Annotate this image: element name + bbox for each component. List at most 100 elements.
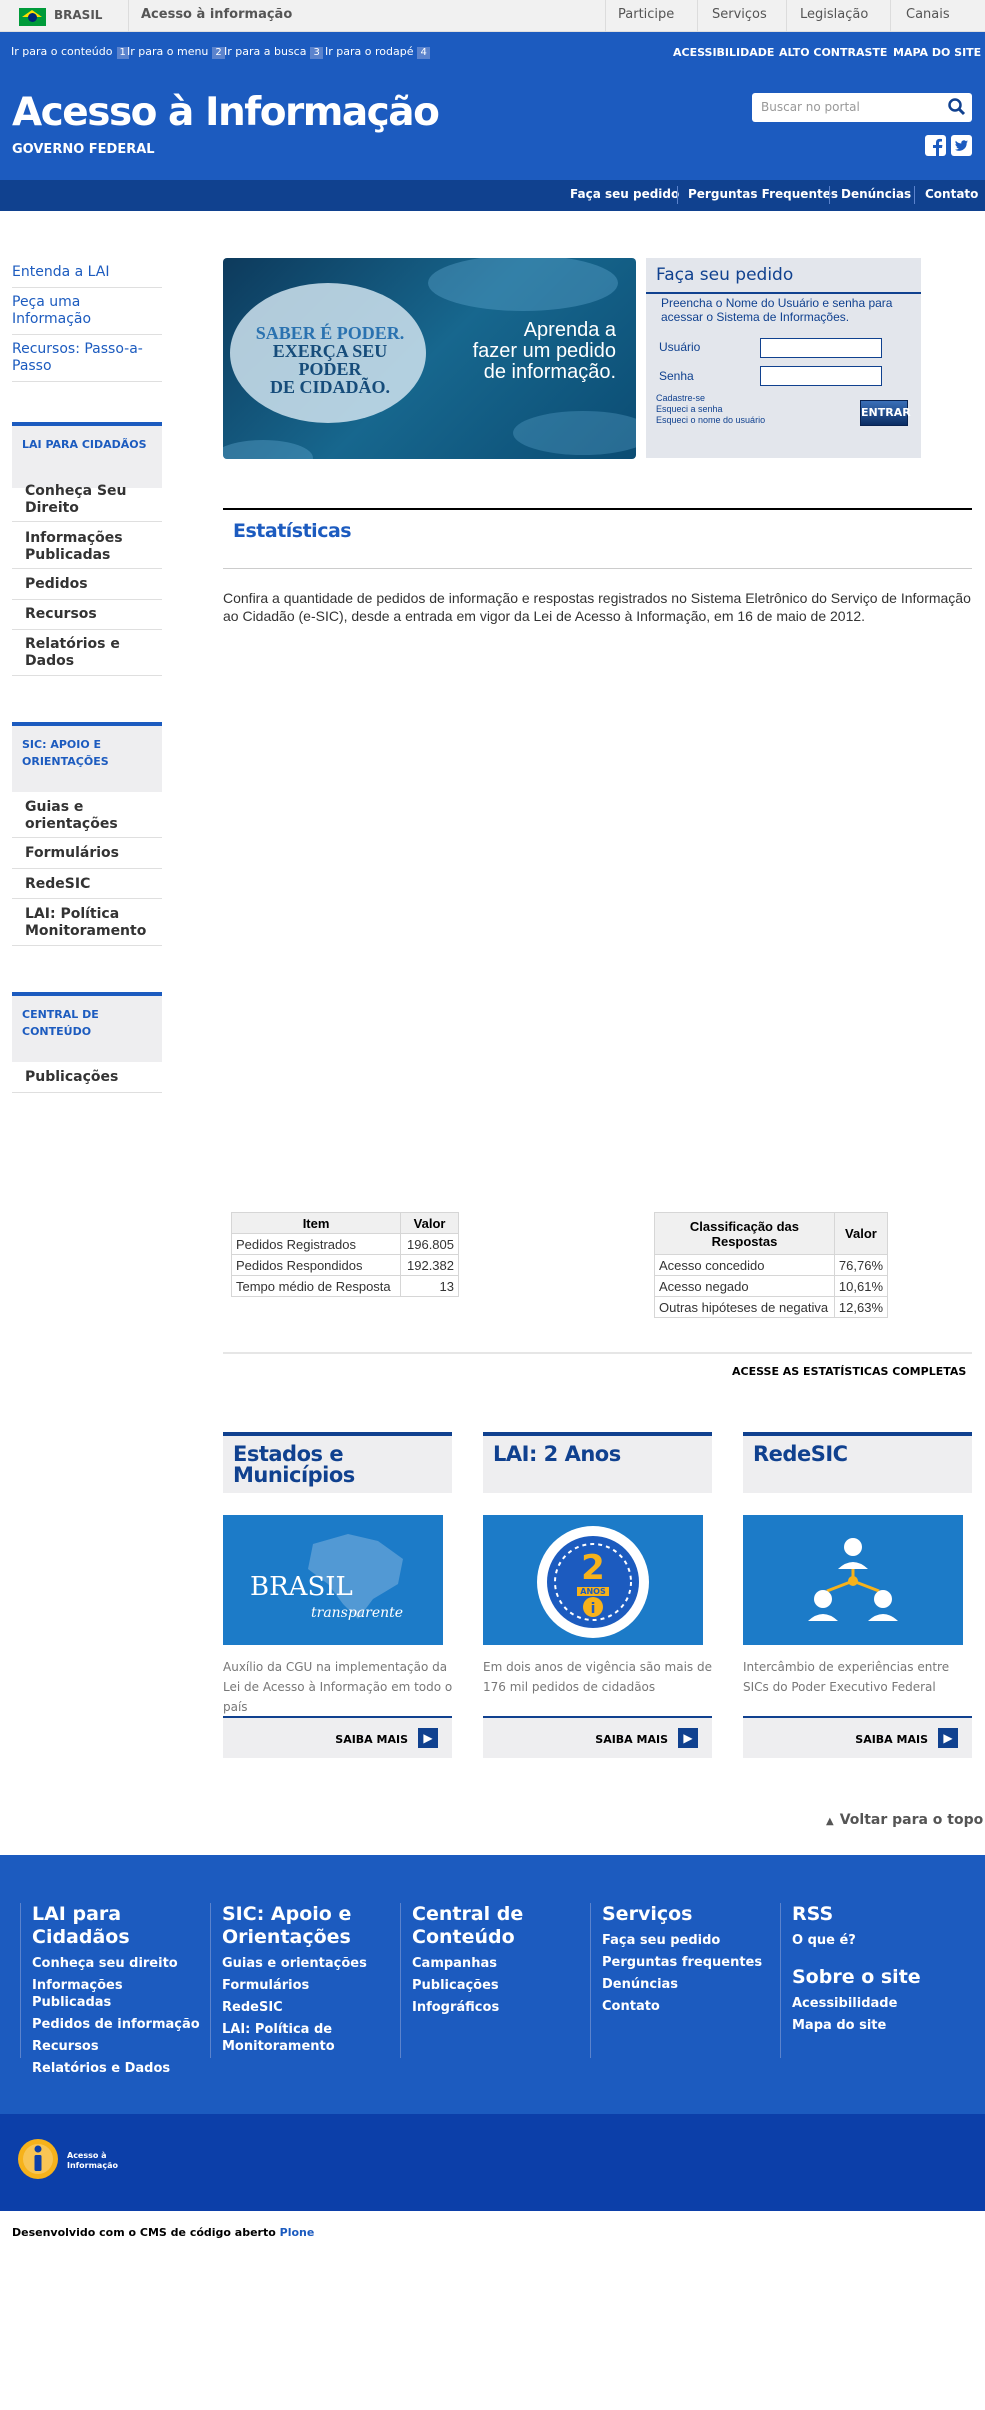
sidebar-section-sic: SIC: APOIO E ORIENTAÇÕES [12,722,162,792]
logo-text: Acesso à Informação [67,2151,118,2170]
info-logo-icon[interactable] [17,2138,59,2180]
chevron-right-icon: ▶ [938,1728,958,1748]
card-redesic-text: Intercâmbio de experiências entre SICs d… [743,1660,950,1694]
sitemap-link[interactable]: MAPA DO SITE [893,46,981,59]
site-subtitle: GOVERNO FEDERAL [12,142,155,157]
card-estados-more-button[interactable]: SAIBA MAIS ▶ [223,1716,452,1758]
user-label: Usuário [659,340,701,354]
sidebar-item-recursos2[interactable]: Recursos [25,606,162,623]
accessibility-link[interactable]: ACESSIBILIDADE [673,46,774,59]
nav-faca-pedido[interactable]: Faça seu pedido [570,187,679,201]
gov-link-servicos[interactable]: Serviços [712,7,767,22]
sidebar-item-informacoes[interactable]: Informações Publicadas [25,530,162,564]
password-input[interactable] [760,366,882,386]
sidebar-item-entenda[interactable]: Entenda a LAI [12,258,162,288]
footer-link[interactable]: Formulários [222,1975,372,1997]
footer-col-servicos: Serviços Faça seu pedido Perguntas frequ… [602,1903,772,2018]
footer-heading[interactable]: Serviços [602,1903,772,1926]
gov-link-legislacao[interactable]: Legislação [800,7,868,22]
card-lai2anos-text: Em dois anos de vigência são mais de 176… [483,1660,712,1694]
footer-link[interactable]: LAI: Política de Monitoramento [222,2021,372,2055]
nav-denuncias[interactable]: Denúncias [841,187,911,201]
password-label: Senha [659,369,694,383]
footer-logo-bar: Acesso à Informação [0,2114,985,2211]
credits: Desenvolvido com o CMS de código aberto … [12,2226,315,2239]
footer-link[interactable]: Pedidos de informação [32,2014,202,2036]
footer-link[interactable]: Mapa do site [792,2015,962,2037]
footer-link[interactable]: Campanhas [412,1953,572,1975]
login-button[interactable]: ENTRAR [860,400,911,426]
back-to-top-link[interactable]: ▲ Voltar para o topo [826,1812,983,1828]
sidebar-item-peca[interactable]: Peça uma Informação [12,288,162,335]
brazil-flag-icon [19,8,46,26]
footer-link[interactable]: Perguntas frequentes [602,1952,772,1974]
skip-link-menu[interactable]: Ir para o menu 2 [127,45,225,59]
nav-perguntas[interactable]: Perguntas Frequentes [688,187,838,201]
card-lai2anos-image[interactable]: i 2 ANOS [483,1515,703,1645]
card-lai2anos-more-button[interactable]: SAIBA MAIS ▶ [483,1716,712,1758]
footer-link[interactable]: Informações Publicadas [32,1977,202,2011]
sidebar-item-publicacoes[interactable]: Publicações [25,1069,162,1086]
arrow-up-icon: ▲ [826,1816,834,1827]
full-stats-link[interactable]: ACESSE AS ESTATÍSTICAS COMPLETAS [732,1365,966,1378]
sidebar-item-guias[interactable]: Guias e orientações [25,799,162,833]
nav-contato[interactable]: Contato [925,187,978,201]
card-estados-image[interactable]: BRASIL transparente [223,1515,443,1645]
footer-link[interactable]: Infográficos [412,1997,572,2019]
card-lai2anos-title[interactable]: LAI: 2 Anos [483,1432,712,1493]
register-link[interactable]: Cadastre-se [656,393,765,404]
skip-link-footer[interactable]: Ir para o rodapé 4 [325,45,430,59]
user-input[interactable] [760,338,882,358]
twitter-icon[interactable] [951,135,972,156]
svg-text:i: i [591,1601,596,1617]
card-estados-text: Auxílio da CGU na implementação da Lei d… [223,1660,453,1714]
search-input[interactable]: Buscar no portal [752,93,972,122]
forgot-username-link[interactable]: Esqueci o nome do usuário [656,415,765,426]
login-intro: Preencha o Nome do Usuário e senha para … [661,296,893,324]
plone-link[interactable]: Plone [280,2226,315,2239]
card-redesic-title[interactable]: RedeSIC [743,1432,972,1493]
chevron-right-icon: ▶ [418,1728,438,1748]
high-contrast-link[interactable]: ALTO CONTRASTE [779,46,887,59]
footer-link[interactable]: Conheça seu direito [32,1953,202,1975]
footer-link[interactable]: Denúncias [602,1974,772,1996]
footer-link[interactable]: Contato [602,1996,772,2018]
footer-link[interactable]: Faça seu pedido [602,1930,772,1952]
site-title[interactable]: Acesso à Informação [12,90,440,135]
footer-heading[interactable]: Sobre o site [792,1966,962,1989]
forgot-password-link[interactable]: Esqueci a senha [656,404,765,415]
card-redesic-more-button[interactable]: SAIBA MAIS ▶ [743,1716,972,1758]
footer-link[interactable]: RedeSIC [222,1997,372,2019]
brasil-link[interactable]: BRASIL [54,8,102,22]
footer-heading[interactable]: LAI para Cidadãos [32,1903,202,1949]
sidebar-item-politica[interactable]: LAI: Política Monitoramento [25,906,162,940]
gov-link-canais[interactable]: Canais [906,7,950,22]
skip-link-content[interactable]: Ir para o conteúdo 1 [11,45,129,59]
sidebar-item-recursos[interactable]: Recursos: Passo-a-Passo [12,335,162,382]
facebook-icon[interactable] [925,135,946,156]
sidebar-item-formularios[interactable]: Formulários [25,845,162,862]
footer-link[interactable]: Publicações [412,1975,572,1997]
gov-site-link[interactable]: Acesso à informação [141,7,292,22]
footer-heading[interactable]: SIC: Apoio e Orientações [222,1903,372,1949]
sidebar-item-redesic[interactable]: RedeSIC [25,876,162,893]
sidebar-item-conheca[interactable]: Conheça Seu Direito [25,483,162,517]
footer-link[interactable]: O que é? [792,1930,962,1952]
login-title: Faça seu pedido [656,265,794,285]
search-icon[interactable] [948,98,966,116]
footer-link[interactable]: Acessibilidade [792,1993,962,2015]
card-redesic-image[interactable] [743,1515,963,1645]
card-estados-title[interactable]: Estados e Municípios [223,1432,452,1493]
sidebar-section-lai: LAI PARA CIDADÃOS [12,422,162,488]
stats-table-classification: Classificação das Respostas Valor Acesso … [654,1212,889,1318]
banner-image[interactable]: SABER É PODER. EXERÇA SEU PODER DE CIDAD… [223,258,636,459]
footer-heading[interactable]: RSS [792,1903,962,1926]
footer-link[interactable]: Relatórios e Dados [32,2058,202,2080]
footer-heading[interactable]: Central de Conteúdo [412,1903,572,1949]
skip-link-search[interactable]: Ir para a busca 3 [224,45,323,59]
sidebar-item-relatorios[interactable]: Relatórios e Dados [25,636,162,670]
footer-link[interactable]: Recursos [32,2036,202,2058]
gov-link-participe[interactable]: Participe [618,7,674,22]
sidebar-item-pedidos[interactable]: Pedidos [25,576,162,593]
footer-link[interactable]: Guias e orientações [222,1953,372,1975]
